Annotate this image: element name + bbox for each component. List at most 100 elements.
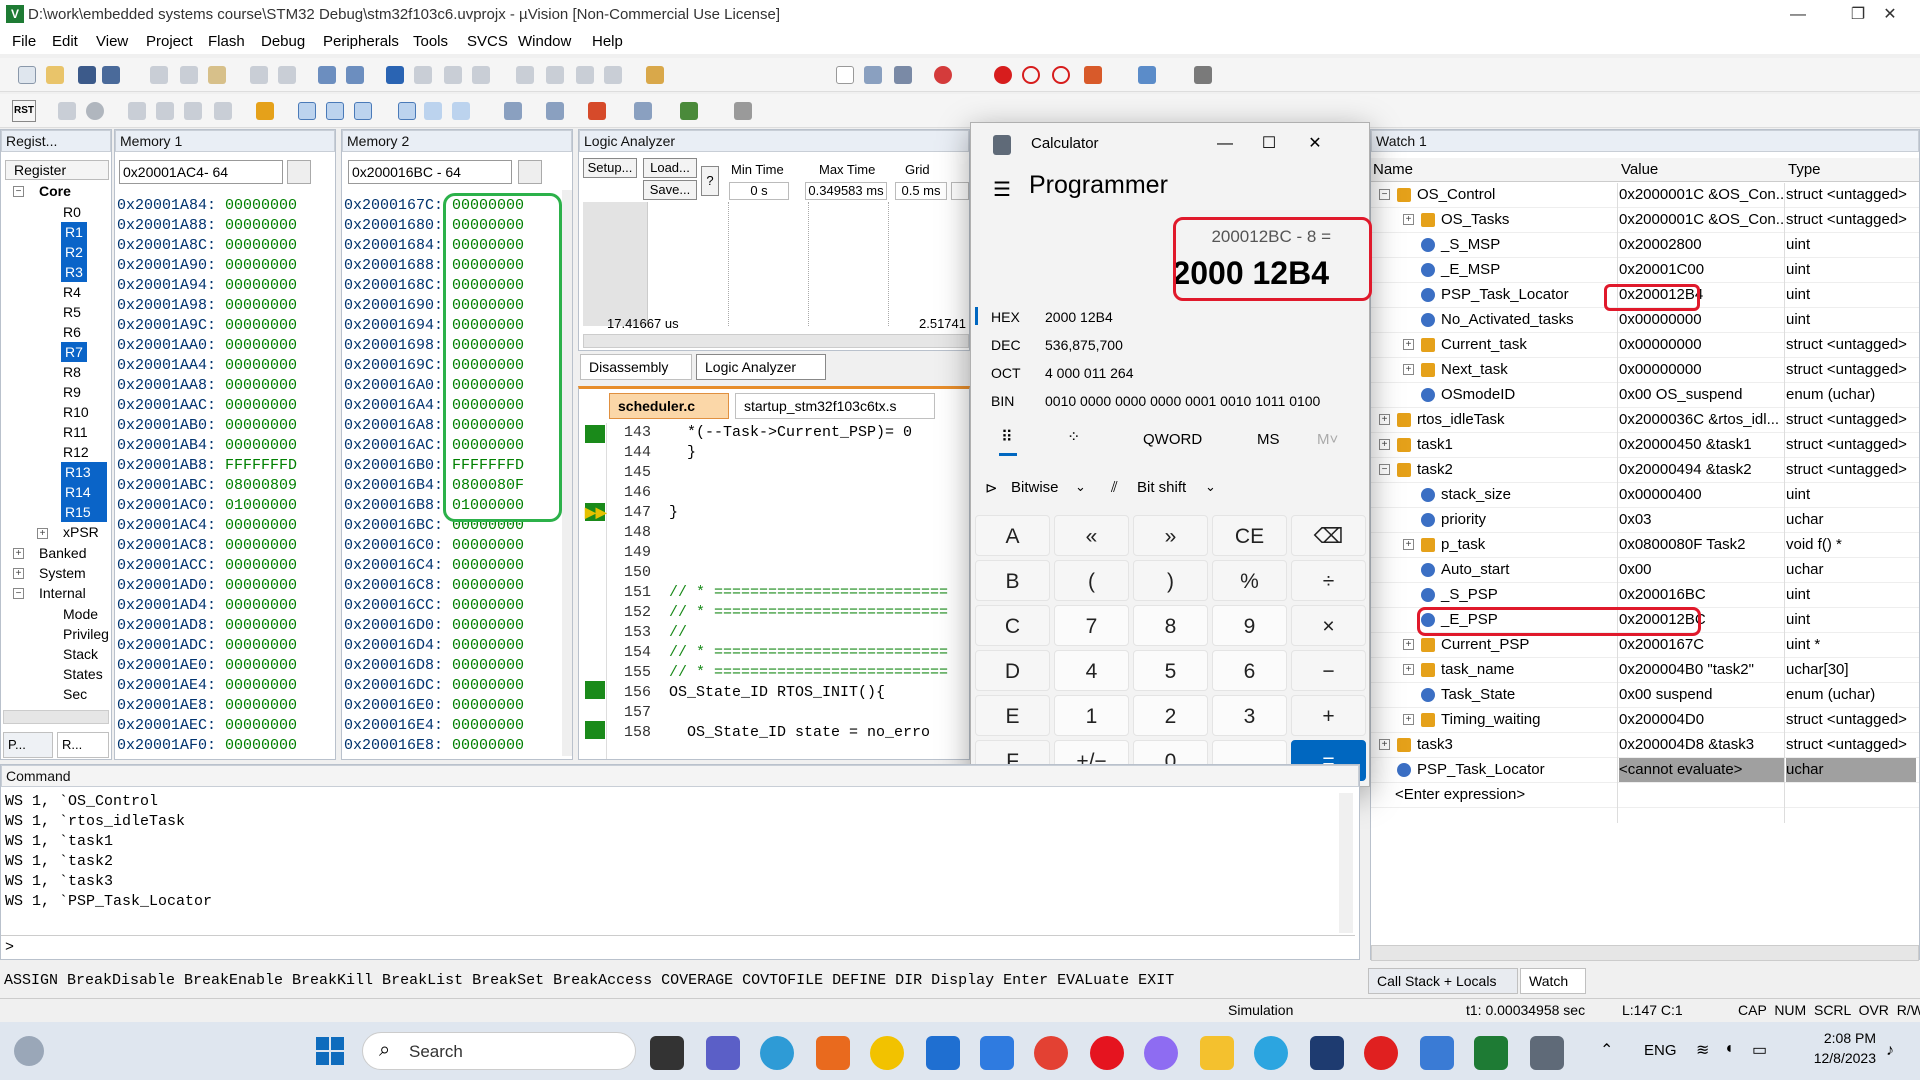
window-layout-icon[interactable] bbox=[1138, 66, 1156, 84]
copilot-icon[interactable] bbox=[1144, 1036, 1178, 1070]
calc-key-percent[interactable]: % bbox=[1212, 560, 1287, 601]
opera-icon[interactable] bbox=[1090, 1036, 1124, 1070]
minimize-button[interactable]: — bbox=[1768, 0, 1828, 30]
logic-setup-button[interactable]: Setup... bbox=[583, 158, 637, 178]
telegram-icon[interactable] bbox=[1254, 1036, 1288, 1070]
memory-value[interactable]: 00000000 bbox=[225, 277, 297, 294]
memory2-lock-icon[interactable] bbox=[518, 160, 542, 184]
calc-key-b[interactable]: B bbox=[975, 560, 1050, 601]
show-next-statement-icon[interactable] bbox=[256, 102, 274, 120]
tab-watch1[interactable]: Watch 1 bbox=[1520, 968, 1586, 1013]
find-in-files-icon[interactable] bbox=[646, 66, 664, 84]
memory-value[interactable]: 00000000 bbox=[225, 437, 297, 454]
calc-key-seven[interactable]: 7 bbox=[1054, 605, 1129, 646]
calc-key-backspace[interactable]: ⌫ bbox=[1291, 515, 1366, 556]
watch-value[interactable]: 0x2000036C &rtos_idl... bbox=[1619, 408, 1784, 432]
expand-toggle-icon[interactable]: + bbox=[1403, 214, 1414, 225]
watch-value[interactable]: <cannot evaluate> bbox=[1619, 758, 1784, 782]
calc-key-minus[interactable]: − bbox=[1291, 650, 1366, 691]
register-r10[interactable]: R10 bbox=[63, 402, 89, 422]
memory-value[interactable]: 00000000 bbox=[225, 377, 297, 394]
taskbar-search-box[interactable]: ⌕ Search bbox=[362, 1032, 636, 1070]
watch-value[interactable]: 0x0800080F Task2 bbox=[1619, 533, 1784, 557]
indent-icon[interactable] bbox=[516, 66, 534, 84]
menu-debug[interactable]: Debug bbox=[261, 33, 305, 50]
register-r8[interactable]: R8 bbox=[63, 362, 81, 382]
analysis-window-icon[interactable] bbox=[588, 102, 606, 120]
calc-key-multiply[interactable]: × bbox=[1291, 605, 1366, 646]
register-r11[interactable]: R11 bbox=[63, 422, 88, 442]
register-r4[interactable]: R4 bbox=[63, 282, 81, 302]
xpsr-expand-toggle[interactable]: + bbox=[37, 528, 48, 539]
watch-value[interactable]: 0x200004B0 "task2" bbox=[1619, 658, 1784, 682]
zoom-in-button[interactable] bbox=[951, 182, 969, 200]
memory-value[interactable]: 00000000 bbox=[225, 237, 297, 254]
bookmark-icon[interactable] bbox=[386, 66, 404, 84]
collapse-toggle-icon[interactable]: − bbox=[1379, 189, 1390, 200]
breakpoint-disable-all-icon[interactable] bbox=[1052, 66, 1070, 84]
memory-value[interactable]: 00000000 bbox=[452, 737, 524, 754]
memory-value[interactable]: 00000000 bbox=[225, 397, 297, 414]
forward-icon[interactable] bbox=[346, 66, 364, 84]
memory-value[interactable]: 00000000 bbox=[225, 257, 297, 274]
redo-icon[interactable] bbox=[278, 66, 296, 84]
registers-horizontal-scrollbar[interactable] bbox=[3, 710, 109, 724]
comment-icon[interactable] bbox=[576, 66, 594, 84]
calc-key-eight[interactable]: 8 bbox=[1133, 605, 1208, 646]
code-line[interactable]: 146 bbox=[609, 483, 669, 503]
watch-row[interactable]: OSmodeID 0x00 OS_suspend enum (uchar) bbox=[1371, 383, 1919, 408]
system-expand-toggle[interactable]: + bbox=[13, 568, 24, 579]
configure-icon[interactable] bbox=[1194, 66, 1212, 84]
memory-value[interactable]: 00000000 bbox=[225, 737, 297, 754]
menu-tools[interactable]: Tools bbox=[413, 33, 448, 50]
register-r7[interactable]: R7 bbox=[61, 342, 87, 362]
watch-col-name[interactable]: Name bbox=[1373, 161, 1413, 178]
memory-value[interactable]: 00000000 bbox=[452, 537, 524, 554]
watch-row[interactable]: − task2 0x20000494 &task2 struct <untagged> bbox=[1371, 458, 1919, 483]
breakpoint-gutter[interactable]: ▶▶ bbox=[583, 423, 607, 759]
tab-registers[interactable]: R... bbox=[57, 732, 109, 758]
register-r13[interactable]: R13 (S bbox=[61, 462, 107, 482]
calc-key-c[interactable]: C bbox=[975, 605, 1050, 646]
taskbar-date[interactable]: 12/8/2023 bbox=[1796, 1050, 1876, 1066]
memory-value[interactable]: 00000000 bbox=[452, 657, 524, 674]
notification-bell-icon[interactable]: ♪ bbox=[1886, 1042, 1894, 1060]
save-icon[interactable] bbox=[78, 66, 96, 84]
code-area[interactable]: 143 *(--Task->Current_PSP)= 0 144 } 145 146… bbox=[609, 423, 969, 759]
calculator-minimize-button[interactable]: — bbox=[1205, 129, 1245, 159]
memory-window-icon[interactable] bbox=[504, 102, 522, 120]
code-line[interactable]: 148 bbox=[609, 523, 669, 543]
expand-toggle-icon[interactable]: + bbox=[1379, 739, 1390, 750]
bookmark-next-icon[interactable] bbox=[444, 66, 462, 84]
memory-value[interactable]: 00000000 bbox=[225, 217, 297, 234]
register-r15[interactable]: R15 (P bbox=[61, 502, 107, 522]
code-line[interactable]: 154 // * ========================== bbox=[609, 643, 948, 663]
memory-value[interactable]: 00000000 bbox=[225, 657, 297, 674]
memory-value[interactable]: FFFFFFFD bbox=[225, 457, 297, 474]
calc-key-three[interactable]: 3 bbox=[1212, 695, 1287, 736]
bin-label[interactable]: BIN bbox=[991, 393, 1014, 409]
calc-key-shift-left[interactable]: « bbox=[1054, 515, 1129, 556]
bit-toggle-keypad-icon[interactable]: ⁘ bbox=[1067, 427, 1080, 447]
tab-project[interactable]: P... bbox=[3, 732, 53, 758]
tab-scheduler-c[interactable]: scheduler.c bbox=[609, 393, 729, 419]
breakpoint-kill-all-icon[interactable] bbox=[1084, 66, 1102, 84]
internal-states[interactable]: States bbox=[63, 664, 103, 684]
system-group[interactable]: System bbox=[39, 563, 86, 583]
stm32cube-ide-icon[interactable] bbox=[1420, 1036, 1454, 1070]
call-stack-window-icon[interactable] bbox=[424, 102, 442, 120]
code-line[interactable]: 153 // bbox=[609, 623, 687, 643]
back-icon[interactable] bbox=[318, 66, 336, 84]
watch-row[interactable]: _E_MSP 0x20001C00 uint bbox=[1371, 258, 1919, 283]
memory-value[interactable]: 00000000 bbox=[452, 597, 524, 614]
registers-window-icon[interactable] bbox=[398, 102, 416, 120]
code-line[interactable]: 157 bbox=[609, 703, 669, 723]
watch-row[interactable]: + rtos_idleTask 0x2000036C &rtos_idl... str… bbox=[1371, 408, 1919, 433]
calc-key-five[interactable]: 5 bbox=[1133, 650, 1208, 691]
watch-col-type[interactable]: Type bbox=[1788, 161, 1821, 178]
breakpoint-disable-icon[interactable] bbox=[1022, 66, 1040, 84]
watch-horizontal-scrollbar[interactable] bbox=[1371, 945, 1919, 961]
menu-view[interactable]: View bbox=[96, 33, 128, 50]
wifi-icon[interactable]: ≋ bbox=[1696, 1040, 1709, 1060]
full-keypad-icon[interactable]: ⠿ bbox=[1001, 427, 1013, 447]
